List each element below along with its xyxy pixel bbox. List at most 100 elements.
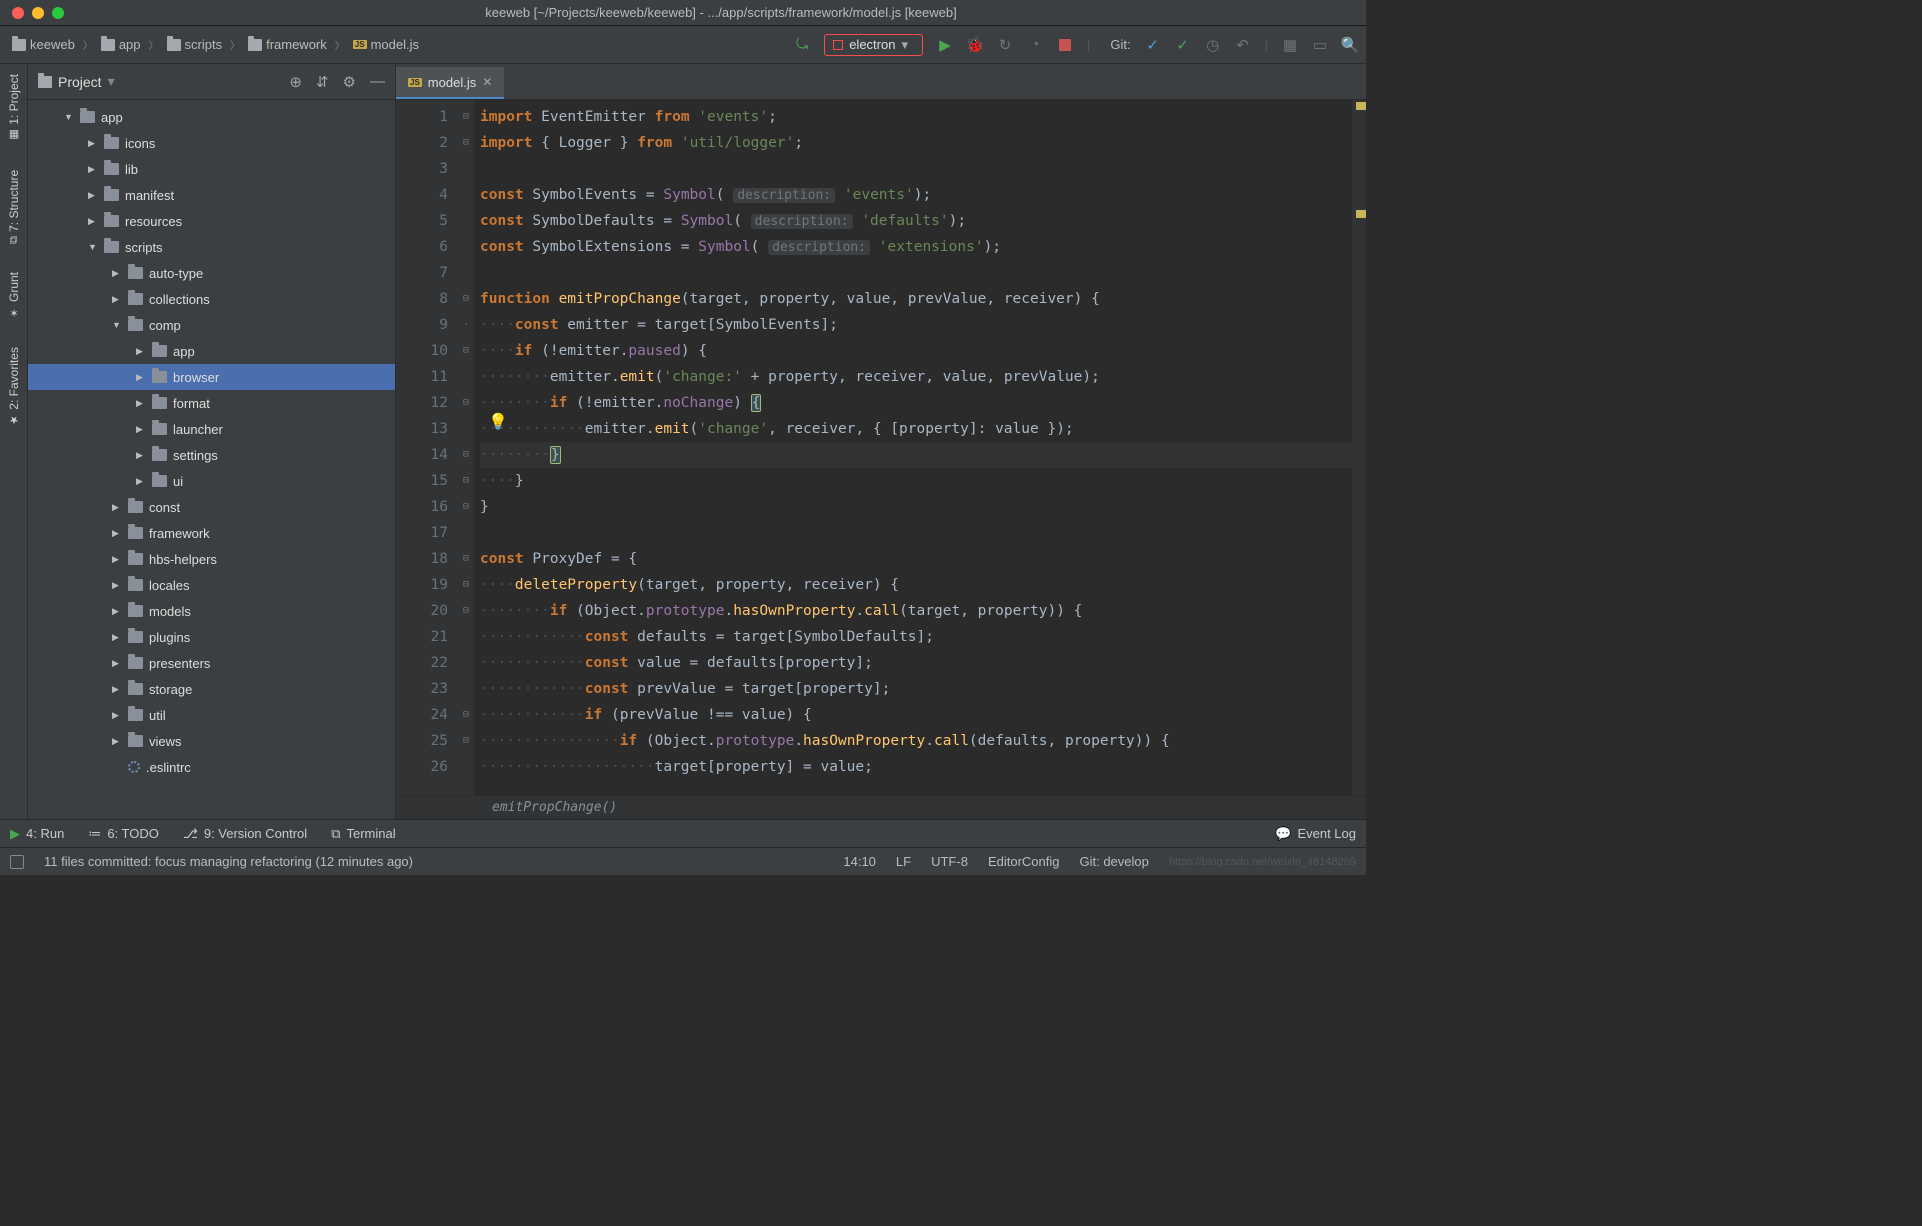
caret-icon[interactable] xyxy=(88,164,98,175)
rollback-icon[interactable]: ↶ xyxy=(1235,37,1251,53)
tool-eventlog[interactable]: 💬Event Log xyxy=(1275,826,1356,842)
code[interactable]: import EventEmitter from 'events';import… xyxy=(474,100,1352,795)
gear-icon[interactable]: ⚙ xyxy=(343,73,356,91)
breadcrumb-fn[interactable]: emitPropChange() xyxy=(396,795,1366,819)
close-icon[interactable]: ✕ xyxy=(482,75,492,89)
caret-icon[interactable] xyxy=(112,658,122,669)
tree-node-views[interactable]: views xyxy=(28,728,395,754)
tree-node-auto-type[interactable]: auto-type xyxy=(28,260,395,286)
locate-icon[interactable]: ⊕ xyxy=(289,73,302,91)
caret-icon[interactable] xyxy=(112,320,122,330)
tab-favorites[interactable]: ★2: Favorites xyxy=(7,347,21,427)
tree-node-ui[interactable]: ui xyxy=(28,468,395,494)
crumb-framework[interactable]: framework xyxy=(244,35,331,54)
tree-node-lib[interactable]: lib xyxy=(28,156,395,182)
hide-icon[interactable]: — xyxy=(370,73,385,90)
caret-icon[interactable] xyxy=(136,424,146,435)
tool-todo[interactable]: ≔6: TODO xyxy=(88,826,159,842)
caret-icon[interactable] xyxy=(112,528,122,539)
fold-gutter[interactable]: ⊟⊟⊟·⊟⊟⊟⊟⊟⊟⊟⊟⊟⊟ xyxy=(458,100,474,795)
marker-bar[interactable] xyxy=(1352,100,1366,795)
tree-node-comp[interactable]: comp xyxy=(28,312,395,338)
editor-tab[interactable]: JS model.js ✕ xyxy=(396,67,504,99)
caret-icon[interactable] xyxy=(112,268,122,279)
tree-node-scripts[interactable]: scripts xyxy=(28,234,395,260)
tree-node-presenters[interactable]: presenters xyxy=(28,650,395,676)
project-tree[interactable]: appiconslibmanifestresourcesscriptsauto-… xyxy=(28,100,395,819)
structure-view-icon[interactable]: ▦ xyxy=(1282,37,1298,53)
run-config-dropdown[interactable]: electron ▾ xyxy=(824,34,923,56)
tree-node-models[interactable]: models xyxy=(28,598,395,624)
profile-button[interactable]: ◔ xyxy=(1027,37,1043,53)
code-area[interactable]: 1234567891011121314151617181920212223242… xyxy=(396,100,1366,795)
caret-icon[interactable] xyxy=(112,710,122,721)
tree-node-const[interactable]: const xyxy=(28,494,395,520)
status-icon[interactable] xyxy=(10,855,24,869)
tree-node-.eslintrc[interactable]: .eslintrc xyxy=(28,754,395,780)
line-sep[interactable]: LF xyxy=(896,854,911,869)
tree-node-collections[interactable]: collections xyxy=(28,286,395,312)
tree-node-manifest[interactable]: manifest xyxy=(28,182,395,208)
caret-icon[interactable] xyxy=(64,112,74,122)
collapse-icon[interactable]: ⇵ xyxy=(316,73,329,91)
intention-bulb-icon[interactable]: 💡 xyxy=(488,412,508,432)
coverage-button[interactable]: ↻ xyxy=(997,37,1013,53)
breadcrumb[interactable]: keeweb〉 app〉 scripts〉 framework〉JS model… xyxy=(8,35,794,54)
crumb-model.js[interactable]: JS model.js xyxy=(349,35,423,54)
tool-terminal[interactable]: ⧉Terminal xyxy=(331,826,395,842)
caret-icon[interactable] xyxy=(112,294,122,305)
tool-run[interactable]: ▶4: Run xyxy=(10,826,64,842)
crumb-app[interactable]: app xyxy=(97,35,145,54)
code-style[interactable]: EditorConfig xyxy=(988,854,1060,869)
chevron-down-icon[interactable]: ▾ xyxy=(108,73,115,90)
git-update-icon[interactable]: ✓ xyxy=(1145,37,1161,53)
tree-node-format[interactable]: format xyxy=(28,390,395,416)
tree-node-util[interactable]: util xyxy=(28,702,395,728)
tree-node-hbs-helpers[interactable]: hbs-helpers xyxy=(28,546,395,572)
window-minimize[interactable] xyxy=(32,7,44,19)
stop-button[interactable] xyxy=(1057,37,1073,53)
tree-node-app[interactable]: app xyxy=(28,104,395,130)
history-icon[interactable]: ◷ xyxy=(1205,37,1221,53)
cursor-position[interactable]: 14:10 xyxy=(843,854,876,869)
tree-node-plugins[interactable]: plugins xyxy=(28,624,395,650)
tree-node-app[interactable]: app xyxy=(28,338,395,364)
warning-marker[interactable] xyxy=(1356,210,1366,218)
caret-icon[interactable] xyxy=(88,190,98,201)
window-maximize[interactable] xyxy=(52,7,64,19)
caret-icon[interactable] xyxy=(136,372,146,383)
gutter[interactable]: 1234567891011121314151617181920212223242… xyxy=(396,100,458,795)
crumb-keeweb[interactable]: keeweb xyxy=(8,35,79,54)
caret-icon[interactable] xyxy=(136,476,146,487)
warning-marker[interactable] xyxy=(1356,102,1366,110)
caret-icon[interactable] xyxy=(136,450,146,461)
project-title[interactable]: Project xyxy=(58,74,102,90)
caret-icon[interactable] xyxy=(136,346,146,357)
tree-node-settings[interactable]: settings xyxy=(28,442,395,468)
tool-vcs[interactable]: ⎇9: Version Control xyxy=(183,826,307,842)
caret-icon[interactable] xyxy=(136,398,146,409)
caret-icon[interactable] xyxy=(112,736,122,747)
run-button[interactable]: ▶ xyxy=(937,37,953,53)
caret-icon[interactable] xyxy=(88,216,98,227)
crumb-scripts[interactable]: scripts xyxy=(163,35,227,54)
window-close[interactable] xyxy=(12,7,24,19)
tree-node-resources[interactable]: resources xyxy=(28,208,395,234)
caret-icon[interactable] xyxy=(112,554,122,565)
caret-icon[interactable] xyxy=(112,502,122,513)
caret-icon[interactable] xyxy=(88,138,98,149)
caret-icon[interactable] xyxy=(112,606,122,617)
tree-node-locales[interactable]: locales xyxy=(28,572,395,598)
screen-icon[interactable]: ▭ xyxy=(1312,37,1328,53)
tab-project[interactable]: ▦1: Project xyxy=(7,74,21,142)
git-branch[interactable]: Git: develop xyxy=(1079,854,1148,869)
encoding[interactable]: UTF-8 xyxy=(931,854,968,869)
tree-node-browser[interactable]: browser xyxy=(28,364,395,390)
hammer-icon[interactable]: ⤿ xyxy=(794,37,810,53)
caret-icon[interactable] xyxy=(112,580,122,591)
tree-node-framework[interactable]: framework xyxy=(28,520,395,546)
caret-icon[interactable] xyxy=(112,684,122,695)
tree-node-launcher[interactable]: launcher xyxy=(28,416,395,442)
tab-structure[interactable]: ⧉7: Structure xyxy=(7,170,21,244)
debug-button[interactable]: 🐞 xyxy=(967,37,983,53)
